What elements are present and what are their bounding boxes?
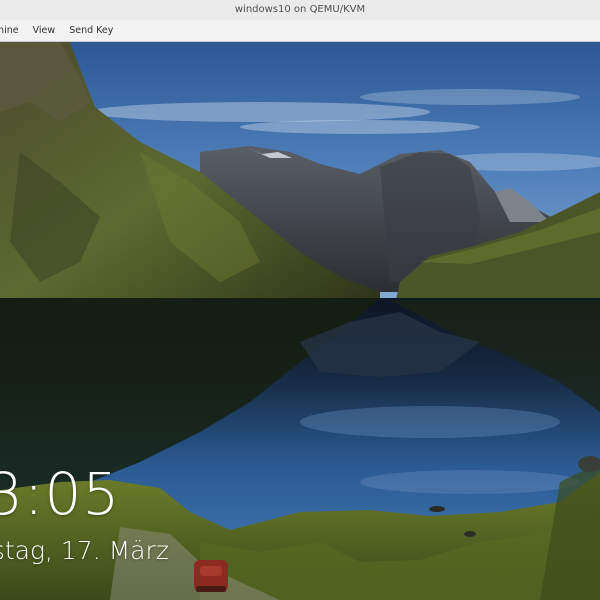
backpack-illustration (194, 560, 228, 592)
menu-send-key[interactable]: Send Key (69, 20, 113, 42)
vm-viewer-window: windows10 on QEMU/KVM achine View Send K… (0, 0, 600, 600)
lockscreen-date: nstag, 17. März (0, 536, 169, 565)
guest-display[interactable]: 3:05 nstag, 17. März (0, 42, 600, 600)
window-title: windows10 on QEMU/KVM (234, 4, 366, 15)
menubar: achine View Send Key (0, 20, 600, 42)
menu-view[interactable]: View (33, 20, 56, 42)
window-titlebar[interactable]: windows10 on QEMU/KVM (0, 0, 600, 21)
lockscreen-clock: 3:05 (0, 460, 121, 528)
menu-machine[interactable]: achine (0, 20, 19, 42)
